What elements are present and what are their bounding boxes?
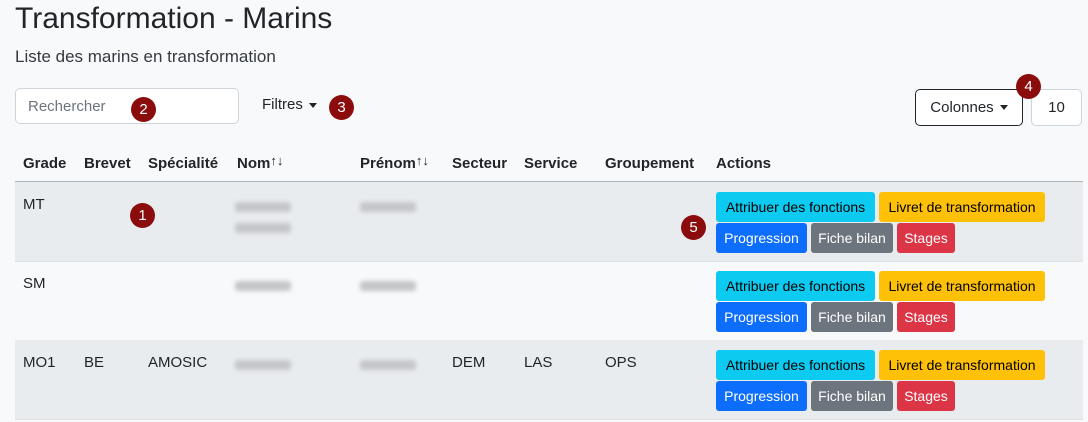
cell-grade: SM (23, 275, 46, 292)
cell-prenom-redacted (360, 275, 416, 302)
redacted-text (360, 281, 416, 291)
annotation-marker-1: 1 (130, 203, 155, 228)
column-header-actions: Actions (716, 155, 772, 172)
search-input[interactable] (16, 89, 238, 123)
annotation-marker-5: 5 (681, 215, 706, 240)
search-field[interactable] (15, 88, 239, 124)
columns-label: Colonnes (930, 99, 994, 116)
page-subtitle: Liste des marins en transformation (15, 47, 276, 66)
column-header-service[interactable]: Service (524, 155, 577, 172)
column-header-nom-label: Nom (237, 155, 271, 172)
summary-sheet-button[interactable]: Fiche bilan (811, 302, 893, 332)
redacted-text (235, 281, 291, 291)
redacted-text (235, 223, 291, 233)
summary-sheet-button[interactable]: Fiche bilan (811, 381, 893, 411)
sort-icon[interactable]: ↑↓ (416, 153, 429, 168)
annotation-marker-2: 2 (131, 97, 156, 122)
column-header-brevet[interactable]: Brevet (84, 155, 131, 172)
cell-groupement: OPS (605, 354, 637, 371)
column-header-groupement[interactable]: Groupement (605, 155, 694, 172)
cell-prenom-redacted (360, 354, 416, 381)
cell-nom-redacted (235, 354, 291, 381)
internships-button[interactable]: Stages (897, 381, 955, 411)
progression-button[interactable]: Progression (716, 381, 807, 411)
annotation-marker-4: 4 (1016, 74, 1041, 99)
redacted-text (360, 360, 416, 370)
redacted-text (235, 360, 291, 370)
column-header-specialite[interactable]: Spécialité (148, 155, 218, 172)
page-title: Transformation - Marins (15, 2, 333, 35)
cell-brevet: BE (84, 354, 105, 371)
transformation-booklet-button[interactable]: Livret de transformation (879, 271, 1045, 301)
cell-prenom-redacted (360, 196, 416, 223)
redacted-text (235, 202, 291, 212)
internships-button[interactable]: Stages (897, 223, 955, 253)
column-header-nom[interactable]: Nom↑↓ (237, 153, 283, 172)
column-header-grade[interactable]: Grade (23, 155, 66, 172)
assign-functions-button[interactable]: Attribuer des fonctions (716, 271, 875, 301)
filters-label: Filtres (262, 96, 303, 113)
caret-down-icon (999, 105, 1008, 110)
caret-down-icon (308, 102, 317, 108)
column-header-secteur[interactable]: Secteur (452, 155, 507, 172)
sort-icon[interactable]: ↑↓ (270, 153, 283, 168)
column-header-prenom[interactable]: Prénom↑↓ (360, 153, 429, 172)
columns-dropdown-button[interactable]: Colonnes (915, 89, 1023, 126)
cell-grade: MT (23, 196, 45, 213)
cell-service: LAS (524, 354, 553, 371)
summary-sheet-button[interactable]: Fiche bilan (811, 223, 893, 253)
redacted-text (360, 202, 416, 212)
transformation-booklet-button[interactable]: Livret de transformation (879, 192, 1045, 222)
transformation-booklet-button[interactable]: Livret de transformation (879, 350, 1045, 380)
internships-button[interactable]: Stages (897, 302, 955, 332)
cell-nom-redacted (235, 196, 291, 244)
page-size-select[interactable]: 10 (1031, 89, 1082, 126)
cell-grade: MO1 (23, 354, 56, 371)
cell-secteur: DEM (452, 354, 486, 371)
assign-functions-button[interactable]: Attribuer des fonctions (716, 192, 875, 222)
assign-functions-button[interactable]: Attribuer des fonctions (716, 350, 875, 380)
progression-button[interactable]: Progression (716, 302, 807, 332)
filters-dropdown[interactable]: Filtres (262, 96, 317, 113)
column-header-prenom-label: Prénom (360, 155, 416, 172)
progression-button[interactable]: Progression (716, 223, 807, 253)
cell-specialite: AMOSIC (148, 354, 208, 371)
annotation-marker-3: 3 (329, 95, 354, 120)
cell-nom-redacted (235, 275, 291, 302)
